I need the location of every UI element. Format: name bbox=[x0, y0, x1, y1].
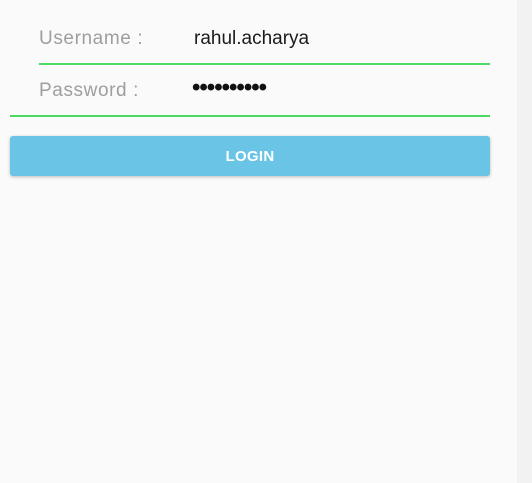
password-label: Password : bbox=[39, 80, 139, 101]
password-field[interactable]: Password : •••••••••• bbox=[10, 70, 490, 118]
username-field[interactable]: Username : rahul.acharya bbox=[39, 18, 490, 66]
password-underline bbox=[10, 115, 490, 117]
username-label: Username : bbox=[39, 28, 144, 49]
login-button[interactable]: LOGIN bbox=[10, 136, 490, 176]
login-form: Username : rahul.acharya Password : ••••… bbox=[10, 0, 490, 200]
username-input[interactable]: rahul.acharya bbox=[194, 28, 309, 50]
scrollbar-track[interactable] bbox=[517, 0, 532, 483]
username-underline bbox=[39, 63, 490, 65]
password-input[interactable]: •••••••••• bbox=[192, 74, 267, 102]
